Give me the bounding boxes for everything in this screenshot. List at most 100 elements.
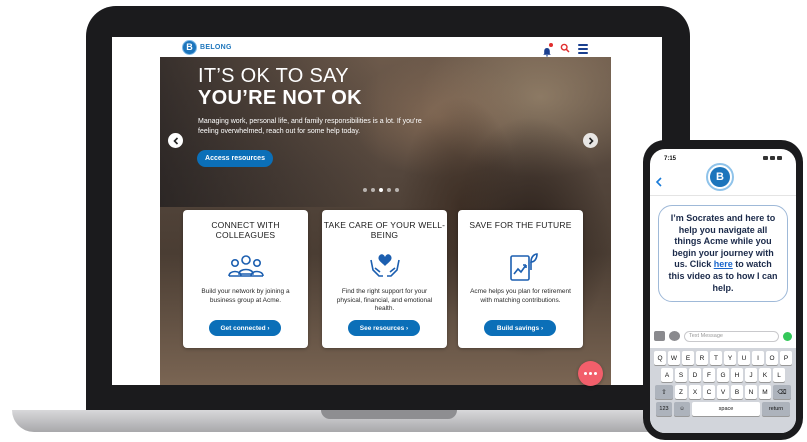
signal-icon — [763, 156, 768, 160]
notification-badge — [549, 43, 553, 47]
hero-title-line1: IT’S OK TO SAY — [198, 65, 349, 87]
key-q[interactable]: Q — [654, 351, 666, 365]
key-h[interactable]: H — [731, 368, 743, 382]
notification-bell-icon[interactable] — [542, 43, 553, 57]
card-well-being: TAKE CARE OF YOUR WELL-BEING Find the ri… — [322, 210, 447, 348]
carousel-dot[interactable] — [387, 188, 391, 192]
card-connect-colleagues: CONNECT WITH COLLEAGUES Build your netwo… — [183, 210, 308, 348]
key-d[interactable]: D — [689, 368, 701, 382]
numbers-key[interactable]: 123 — [656, 402, 672, 416]
keyboard-row: ASDFGHJKL — [652, 368, 794, 382]
emoji-key[interactable]: ☺ — [674, 402, 690, 416]
get-connected-button[interactable]: Get connected › — [209, 320, 281, 336]
chevron-left-icon — [172, 136, 178, 145]
carousel-prev-button[interactable] — [168, 133, 183, 148]
chat-fab-button[interactable] — [578, 361, 603, 386]
brand-name: BELONG — [200, 43, 232, 51]
chevron-right-icon — [588, 136, 594, 145]
key-w[interactable]: W — [668, 351, 680, 365]
space-key[interactable]: space — [692, 402, 760, 416]
brand-logo-icon: B — [182, 39, 197, 55]
build-savings-button[interactable]: Build savings › — [484, 320, 556, 336]
contact-avatar[interactable]: B — [706, 163, 734, 191]
carousel-dot-active[interactable] — [379, 188, 383, 192]
laptop-screen: B BELONG IT’S OK TO SAY YOU’RE NOT OK Ma… — [112, 37, 662, 385]
site-header: B BELONG — [112, 37, 662, 57]
carousel-dots — [363, 188, 399, 192]
laptop-notch — [321, 410, 457, 419]
hero-carousel: IT’S OK TO SAY YOU’RE NOT OK Managing wo… — [160, 57, 611, 385]
key-n[interactable]: N — [745, 385, 757, 399]
hamburger-menu-icon[interactable] — [578, 44, 588, 54]
keyboard-row: QWERTYUIOP — [652, 351, 794, 365]
key-a[interactable]: A — [661, 368, 673, 382]
phone-screen: 7:15 B I’m Socrates and here to help you… — [650, 149, 796, 433]
dot-icon — [584, 372, 587, 375]
key-f[interactable]: F — [703, 368, 715, 382]
see-resources-button[interactable]: See resources › — [348, 320, 420, 336]
battery-icon — [777, 156, 782, 160]
search-icon[interactable] — [560, 40, 570, 58]
header-actions — [542, 40, 588, 58]
key-s[interactable]: S — [675, 368, 687, 382]
message-compose-row: Text Message — [654, 330, 792, 342]
key-x[interactable]: X — [689, 385, 701, 399]
hero-title-line2: YOU’RE NOT OK — [198, 87, 362, 109]
key-o[interactable]: O — [766, 351, 778, 365]
key-r[interactable]: R — [696, 351, 708, 365]
card-title: SAVE FOR THE FUTURE — [469, 220, 572, 230]
avatar-letter: B — [710, 167, 730, 187]
carousel-dot[interactable] — [363, 188, 367, 192]
onscreen-keyboard: QWERTYUIOP ASDFGHJKL ⇧ Z X C V B N M ⌫ 123 ☺ sp… — [650, 348, 796, 433]
key-v[interactable]: V — [717, 385, 729, 399]
key-c[interactable]: C — [703, 385, 715, 399]
status-icons — [763, 156, 782, 160]
key-g[interactable]: G — [717, 368, 729, 382]
send-icon[interactable] — [783, 331, 792, 341]
card-title: TAKE CARE OF YOUR WELL-BEING — [323, 220, 446, 240]
card-description: Build your network by joining a business… — [201, 288, 290, 304]
camera-icon[interactable] — [654, 331, 665, 341]
hero-body: Managing work, personal life, and family… — [198, 118, 422, 135]
people-network-icon — [226, 250, 266, 282]
key-j[interactable]: J — [745, 368, 757, 382]
card-save-future: SAVE FOR THE FUTURE Acme helps you plan … — [458, 210, 583, 348]
carousel-dot[interactable] — [371, 188, 375, 192]
wifi-icon — [770, 156, 775, 160]
dot-icon — [594, 372, 597, 375]
key-i[interactable]: I — [752, 351, 764, 365]
key-l[interactable]: L — [773, 368, 785, 382]
card-description: Find the right support for your physical… — [336, 288, 433, 312]
text-message-input[interactable]: Text Message — [684, 330, 779, 342]
app-store-icon[interactable] — [669, 331, 680, 341]
shift-key[interactable]: ⇧ — [655, 385, 673, 399]
status-time: 7:15 — [664, 156, 677, 162]
key-b[interactable]: B — [731, 385, 743, 399]
video-link[interactable]: here — [714, 259, 733, 269]
header-divider — [650, 195, 796, 196]
key-u[interactable]: U — [738, 351, 750, 365]
keyboard-row: ⇧ Z X C V B N M ⌫ — [652, 385, 794, 399]
card-title: CONNECT WITH COLLEAGUES — [211, 220, 280, 240]
key-z[interactable]: Z — [675, 385, 687, 399]
key-e[interactable]: E — [682, 351, 694, 365]
carousel-next-button[interactable] — [583, 133, 598, 148]
brand-logo-link[interactable]: B BELONG — [182, 39, 232, 55]
card-description: Acme helps you plan for retirement with … — [470, 288, 571, 304]
delete-key[interactable]: ⌫ — [773, 385, 791, 399]
savings-growth-icon — [501, 250, 541, 282]
device-mockup: B BELONG IT’S OK TO SAY YOU’RE NOT OK Ma… — [0, 0, 807, 442]
return-key[interactable]: return — [762, 402, 790, 416]
dot-icon — [589, 372, 592, 375]
chat-message-bubble: I’m Socrates and here to help you naviga… — [658, 205, 788, 302]
key-y[interactable]: Y — [724, 351, 736, 365]
key-t[interactable]: T — [710, 351, 722, 365]
carousel-dot[interactable] — [395, 188, 399, 192]
key-p[interactable]: P — [780, 351, 792, 365]
keyboard-row: 123 ☺ space return — [652, 402, 794, 416]
access-resources-button[interactable]: Access resources — [197, 150, 273, 167]
back-chevron-icon[interactable] — [655, 174, 663, 187]
key-m[interactable]: M — [759, 385, 771, 399]
heart-hands-icon — [365, 250, 405, 282]
key-k[interactable]: K — [759, 368, 771, 382]
